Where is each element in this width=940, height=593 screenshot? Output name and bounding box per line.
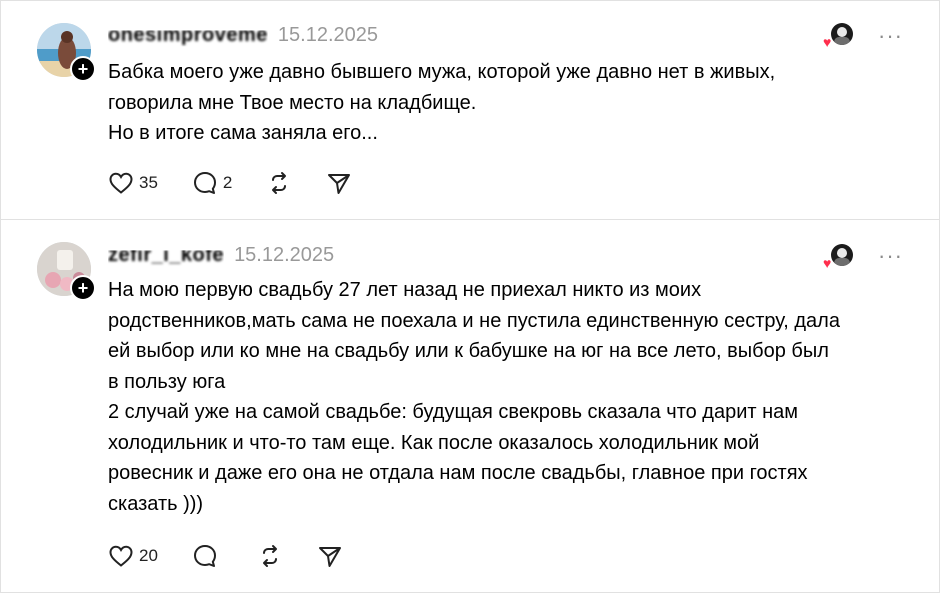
post-date: 15.12.2025 bbox=[234, 243, 335, 266]
heart-icon bbox=[108, 544, 134, 568]
post-text: На мою первую свадьбу 27 лет назад не пр… bbox=[108, 279, 840, 515]
like-button[interactable]: 20 bbox=[108, 542, 158, 570]
comment-icon bbox=[192, 170, 218, 196]
heart-reaction-icon: ♥ bbox=[823, 255, 832, 271]
reactions-preview[interactable]: ♥ bbox=[823, 23, 853, 49]
send-icon bbox=[326, 170, 352, 196]
post-card: + zefir_i_kofe 15.12.2025 ♥ ··· На мою п… bbox=[1, 220, 939, 592]
post-header: zefir_i_kofe 15.12.2025 bbox=[108, 242, 334, 268]
more-options-icon[interactable]: ··· bbox=[878, 25, 903, 47]
like-count: 20 bbox=[139, 546, 158, 565]
post-actions: 20 bbox=[108, 542, 377, 570]
like-button[interactable]: 35 bbox=[108, 169, 158, 197]
comment-icon bbox=[192, 543, 218, 569]
post-text: Бабка моего уже давно бывшего мужа, кото… bbox=[108, 61, 776, 144]
username[interactable]: onesimproveme bbox=[108, 30, 268, 46]
avatar[interactable]: + bbox=[37, 23, 96, 82]
send-icon bbox=[317, 543, 343, 569]
thread-feed: + onesimproveme 15.12.2025 ♥ ··· Бабка м… bbox=[0, 0, 940, 593]
post-card: + onesimproveme 15.12.2025 ♥ ··· Бабка м… bbox=[1, 1, 939, 220]
reactions-preview[interactable]: ♥ bbox=[823, 244, 853, 270]
share-button[interactable] bbox=[317, 542, 343, 570]
more-options-icon[interactable]: ··· bbox=[878, 245, 903, 267]
reply-count: 2 bbox=[222, 173, 233, 192]
repost-icon bbox=[266, 170, 292, 196]
avatar[interactable]: + bbox=[37, 242, 96, 301]
post-header: onesimproveme 15.12.2025 bbox=[108, 22, 378, 48]
heart-reaction-icon: ♥ bbox=[823, 34, 832, 50]
reply-button[interactable] bbox=[192, 542, 223, 570]
like-count: 35 bbox=[139, 173, 158, 192]
repost-icon bbox=[257, 543, 283, 569]
heart-icon bbox=[108, 171, 134, 195]
username[interactable]: zefir_i_kofe bbox=[108, 250, 224, 266]
post-actions: 35 2 bbox=[108, 169, 386, 197]
repost-button[interactable] bbox=[266, 169, 292, 197]
reactor-avatar bbox=[831, 23, 853, 45]
follow-plus-icon[interactable]: + bbox=[70, 275, 96, 301]
share-button[interactable] bbox=[326, 169, 352, 197]
repost-button[interactable] bbox=[257, 542, 283, 570]
post-date: 15.12.2025 bbox=[277, 23, 378, 46]
follow-plus-icon[interactable]: + bbox=[70, 56, 96, 82]
reply-button[interactable]: 2 bbox=[192, 169, 232, 197]
reactor-avatar bbox=[831, 244, 853, 266]
